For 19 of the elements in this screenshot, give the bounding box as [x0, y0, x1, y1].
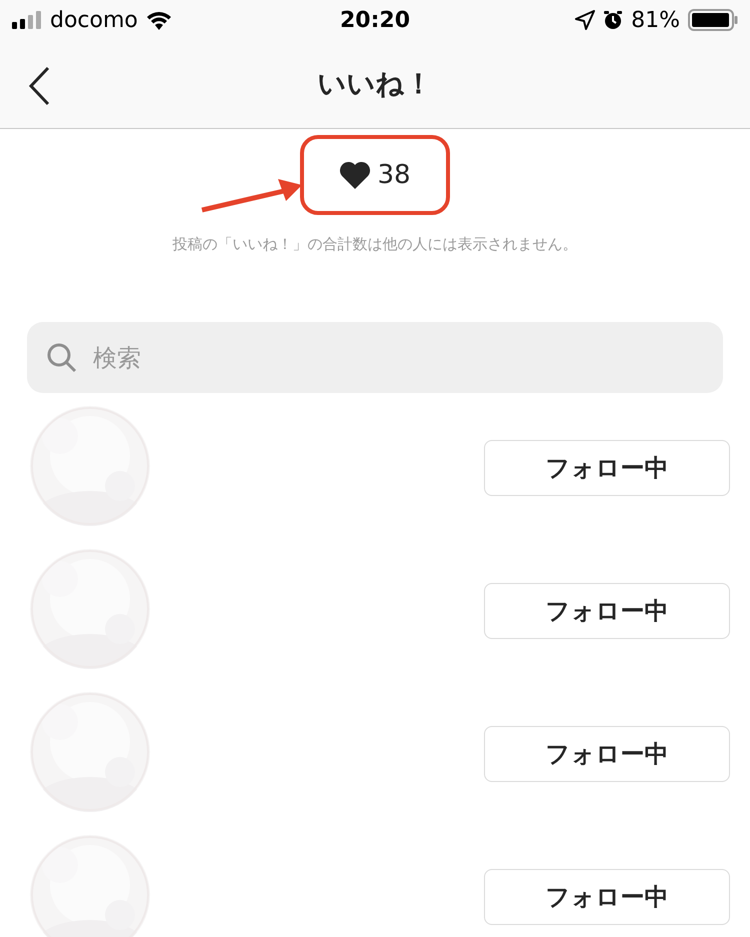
search-field[interactable]: 検索: [91, 342, 703, 372]
following-button[interactable]: フォロー中: [484, 726, 730, 782]
following-button[interactable]: フォロー中: [484, 868, 730, 924]
search-icon: [47, 342, 77, 372]
like-count: 38: [377, 160, 411, 190]
wifi-icon: [146, 10, 172, 30]
heart-icon: [339, 161, 372, 189]
signal-icon: [12, 11, 42, 29]
alarm-clock-icon: [603, 10, 624, 30]
battery-icon: [688, 9, 738, 31]
clock-time: 20:20: [340, 8, 410, 32]
like-count-note: 投稿の「いいね！」の合計数は他の人には表示されません。: [172, 235, 578, 254]
search-bar[interactable]: 検索: [27, 322, 723, 393]
location-arrow-icon: [575, 10, 596, 30]
following-button[interactable]: フォロー中: [484, 582, 730, 638]
battery-percent: 81%: [631, 8, 680, 32]
carrier-name: docomo: [50, 8, 138, 32]
following-button[interactable]: フォロー中: [484, 440, 730, 496]
page-title: いいね！: [318, 66, 432, 102]
